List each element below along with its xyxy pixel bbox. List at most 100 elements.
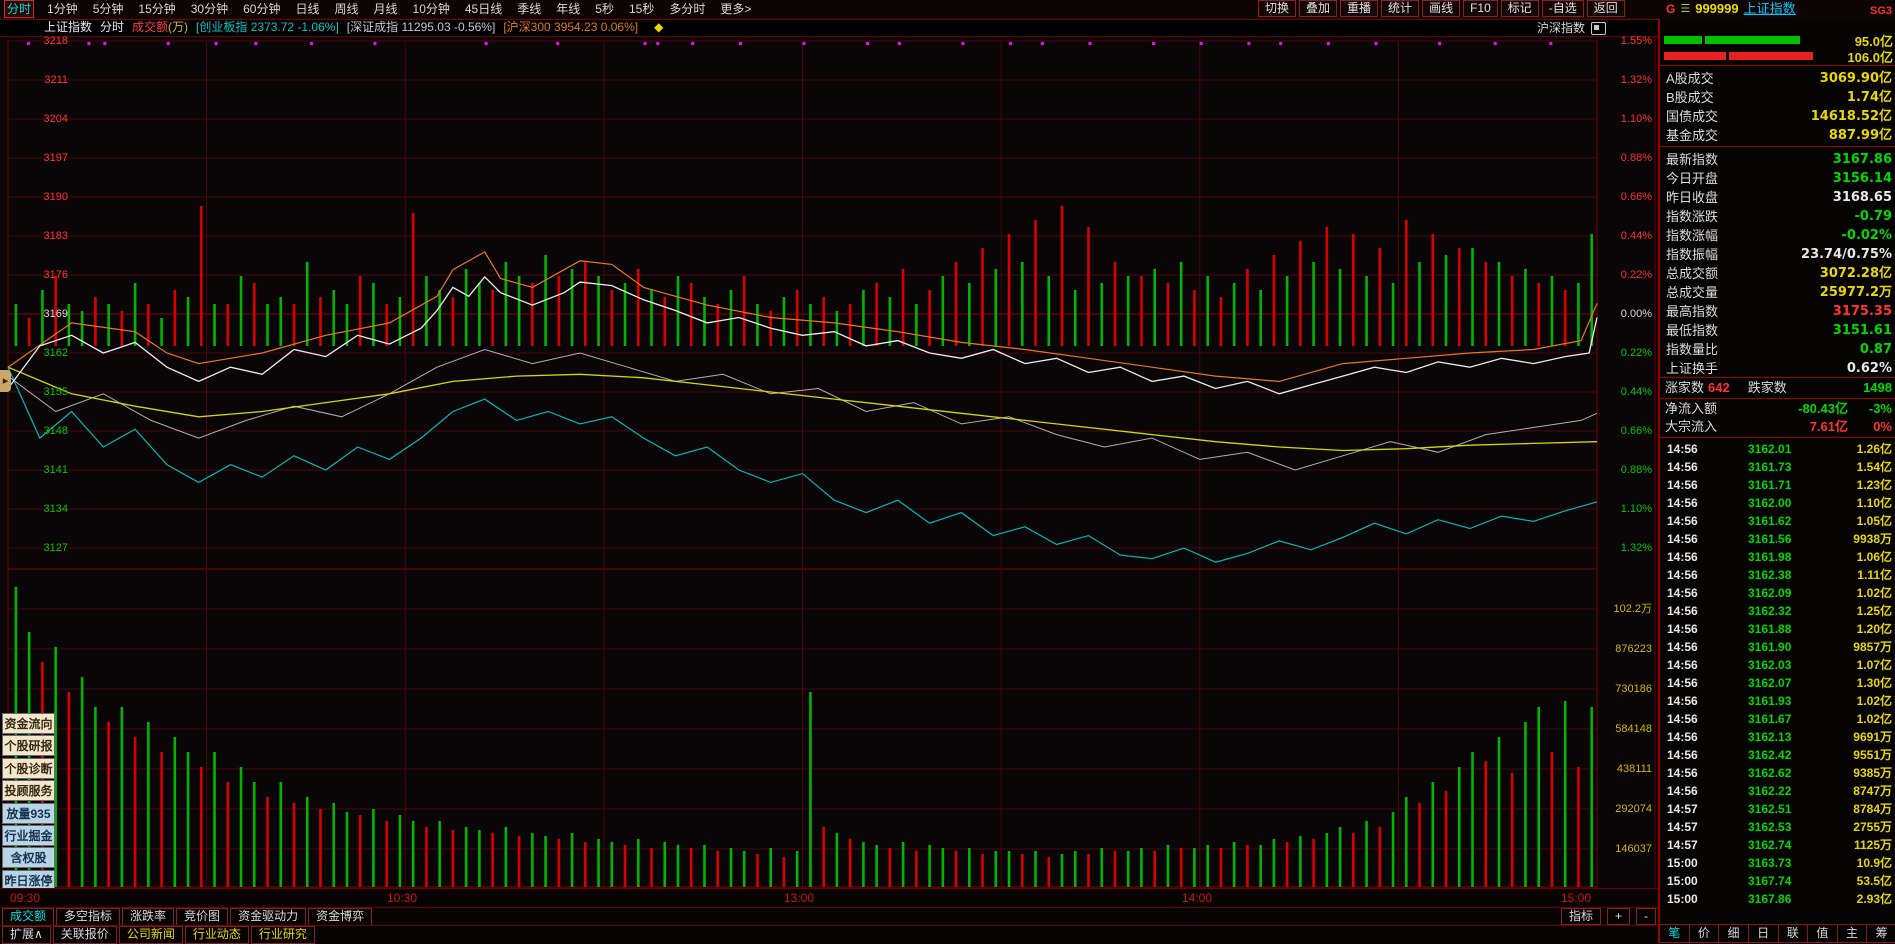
quick-button-1[interactable]: 个股研报 [2,735,55,756]
status-item-3[interactable]: 行业动态 [185,926,249,944]
tick-row[interactable]: 14:563161.711.23亿 [1660,476,1895,494]
quick-button-2[interactable]: 个股诊断 [2,758,55,779]
zoom-in-button[interactable]: + [1607,908,1630,925]
window-switch-icon[interactable] [1591,22,1606,35]
quick-button-5[interactable]: 行业掘金 [2,825,55,846]
tick-row[interactable]: 15:003167.862.93亿 [1660,890,1895,908]
period-tab-14[interactable]: 15秒 [627,0,656,18]
indicator-menu-button[interactable]: 指标 [1561,908,1601,925]
tick-row[interactable]: 14:573162.518784万 [1660,800,1895,818]
status-item-0[interactable]: 扩展∧ [2,926,51,944]
tick-row[interactable]: 14:563161.981.06亿 [1660,548,1895,566]
tick-volume: 1125万 [1854,836,1892,854]
toolbar-button-6[interactable]: 标记 [1501,0,1539,17]
toolbar-button-0[interactable]: 切换 [1258,0,1296,17]
tick-row[interactable]: 14:563162.031.07亿 [1660,656,1895,674]
tick-row[interactable]: 14:563161.671.02亿 [1660,710,1895,728]
tick-row[interactable]: 14:573162.532755万 [1660,818,1895,836]
toolbar-button-2[interactable]: 重播 [1340,0,1378,17]
tick-time: 14:56 [1667,440,1698,458]
period-tab-1[interactable]: 1分钟 [45,0,80,18]
tick-volume: 1.06亿 [1857,548,1892,566]
tick-row[interactable]: 14:563161.731.54亿 [1660,458,1895,476]
tick-row[interactable]: 15:003167.7453.5亿 [1660,872,1895,890]
toolbar-button-5[interactable]: F10 [1463,0,1498,17]
period-tab-16[interactable]: 更多> [718,0,753,18]
period-tab-10[interactable]: 45日线 [463,0,504,18]
toolbar-button-1[interactable]: 叠加 [1299,0,1337,17]
period-tab-9[interactable]: 10分钟 [411,0,452,18]
status-item-4[interactable]: 行业研究 [251,926,315,944]
period-tab-15[interactable]: 多分时 [667,0,707,18]
tick-row[interactable]: 14:563162.011.26亿 [1660,440,1895,458]
quick-button-6[interactable]: 含权股 [2,847,55,868]
index-field-7-label: 总成交量 [1666,283,1718,302]
tick-row[interactable]: 14:563162.139691万 [1660,728,1895,746]
status-item-2[interactable]: 公司新闻 [119,926,183,944]
tick-row[interactable]: 14:563162.228747万 [1660,782,1895,800]
tick-row[interactable]: 14:563161.621.05亿 [1660,512,1895,530]
header-indicator[interactable]: 成交额(万) [132,19,188,35]
panel-tab-2[interactable]: 细 [1718,924,1749,943]
time-axis: 09:3010:3013:0014:0015:00 [0,888,1658,908]
period-tab-4[interactable]: 30分钟 [189,0,230,18]
hs-index-label[interactable]: 沪深指数 [1537,20,1585,36]
bottom-tab-4[interactable]: 资金驱动力 [230,908,306,926]
quick-button-3[interactable]: 投顾服务 [2,780,55,801]
index-field-7-value: 25977.2万 [1820,283,1892,302]
tick-row[interactable]: 14:563161.931.02亿 [1660,692,1895,710]
period-tab-5[interactable]: 60分钟 [241,0,282,18]
period-tab-12[interactable]: 年线 [554,0,582,18]
symbol-name-link[interactable]: 上证指数 [1744,0,1796,18]
turnover-field-1-value: 1.74亿 [1847,88,1892,107]
tick-row[interactable]: 14:563162.091.02亿 [1660,584,1895,602]
flow-value: 7.61亿 [1810,418,1848,436]
panel-tab-0[interactable]: 笔 [1659,924,1690,943]
toolbar-button-3[interactable]: 统计 [1381,0,1419,17]
period-tab-3[interactable]: 15分钟 [136,0,177,18]
panel-tab-1[interactable]: 价 [1689,924,1720,943]
toolbar-button-8[interactable]: 返回 [1587,0,1625,17]
price-axis-label: 3190 [34,190,68,204]
tick-row[interactable]: 14:563162.321.25亿 [1660,602,1895,620]
tick-row[interactable]: 14:563162.429551万 [1660,746,1895,764]
tick-row[interactable]: 14:563162.001.10亿 [1660,494,1895,512]
bottom-tab-3[interactable]: 竞价图 [176,908,228,926]
period-tab-0[interactable]: 分时 [4,0,34,18]
period-tab-6[interactable]: 日线 [293,0,321,18]
price-axis-label: 3197 [34,151,68,165]
quick-button-4[interactable]: 放量935 [2,803,55,824]
bottom-tab-2[interactable]: 涨跌率 [122,908,174,926]
toolbar-button-7[interactable]: -自选 [1542,0,1584,17]
zoom-out-button[interactable]: - [1636,908,1656,925]
sidebar-expand-handle[interactable]: ▸ [0,370,11,392]
period-tab-13[interactable]: 5秒 [593,0,616,18]
bottom-tab-0[interactable]: 成交额 [2,908,54,926]
panel-tab-4[interactable]: 联 [1778,924,1809,943]
period-tab-8[interactable]: 月线 [372,0,400,18]
panel-tab-3[interactable]: 日 [1748,924,1779,943]
period-tab-2[interactable]: 5分钟 [91,0,126,18]
quick-button-0[interactable]: 资金流向 [2,713,55,734]
tick-row[interactable]: 14:563161.909857万 [1660,638,1895,656]
bottom-tab-1[interactable]: 多空指标 [56,908,120,926]
panel-tab-7[interactable]: 筹 [1866,924,1895,943]
bottom-tab-5[interactable]: 资金博弈 [308,908,372,926]
tick-row[interactable]: 14:563161.881.20亿 [1660,620,1895,638]
panel-tab-6[interactable]: 主 [1837,924,1868,943]
tick-row[interactable]: 14:563161.569938万 [1660,530,1895,548]
toolbar-button-4[interactable]: 画线 [1422,0,1460,17]
tick-row[interactable]: 14:563162.071.30亿 [1660,674,1895,692]
tick-row[interactable]: 14:563162.629385万 [1660,764,1895,782]
quote-panel: 95.0亿 106.0亿 A股成交3069.90亿B股成交1.74亿国债成交14… [1658,19,1895,943]
period-tab-7[interactable]: 周线 [332,0,360,18]
tick-row[interactable]: 15:003163.7310.9亿 [1660,854,1895,872]
tick-row[interactable]: 14:563162.381.11亿 [1660,566,1895,584]
hamburger-menu-icon[interactable]: ☰ [1680,0,1690,18]
buy-bar-segment [1664,36,1702,44]
panel-tab-5[interactable]: 值 [1807,924,1838,943]
status-item-1[interactable]: 关联报价 [53,926,117,944]
intraday-chart-area[interactable]: 3218321132043197319031833176316931623155… [0,36,1658,889]
period-tab-11[interactable]: 季线 [515,0,543,18]
tick-row[interactable]: 14:573162.741125万 [1660,836,1895,854]
